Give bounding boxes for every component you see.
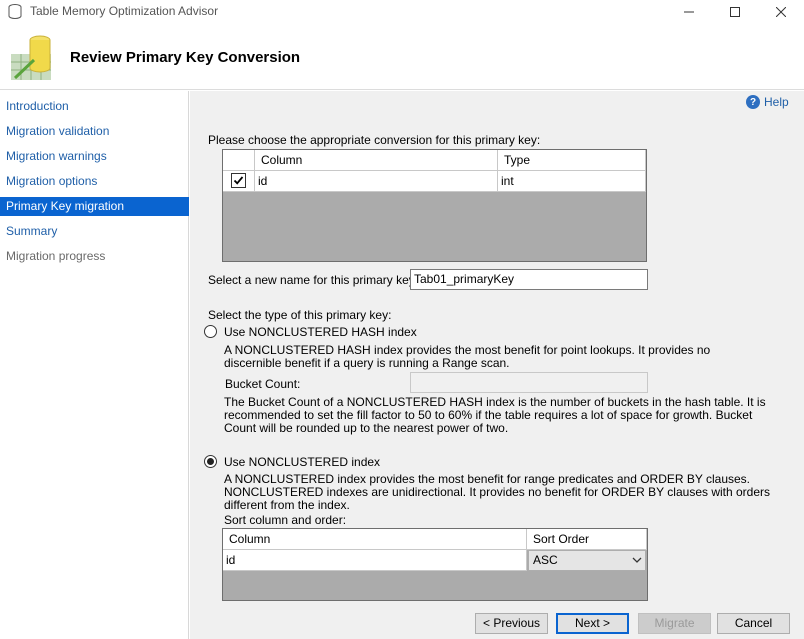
migrate-button: Migrate	[638, 613, 711, 634]
wizard-header: Review Primary Key Conversion	[0, 24, 804, 90]
sort-order-value: ASC	[533, 553, 558, 567]
grid-header-type[interactable]: Type	[498, 150, 646, 171]
sidebar-item-migration-warnings[interactable]: Migration warnings	[0, 147, 189, 166]
bucket-count-input[interactable]	[410, 372, 648, 393]
close-button[interactable]	[758, 0, 804, 24]
next-button[interactable]: Next >	[556, 613, 629, 634]
hash-index-radio[interactable]	[204, 325, 217, 338]
sort-grid-header-sort-order[interactable]: Sort Order	[527, 529, 647, 550]
sidebar-item-migration-progress: Migration progress	[6, 249, 106, 263]
close-icon	[776, 7, 786, 17]
table-row-type-cell[interactable]: int	[498, 171, 646, 192]
include-column-checkbox[interactable]	[231, 173, 246, 188]
sort-grid-row-column-cell[interactable]: id	[223, 550, 527, 571]
pk-name-input[interactable]: Tab01_primaryKey	[410, 269, 648, 290]
sort-order-dropdown[interactable]: ASC	[528, 550, 646, 571]
pk-name-label: Select a new name for this primary key:	[208, 273, 419, 287]
minimize-icon	[684, 11, 694, 13]
checkmark-icon	[233, 176, 244, 185]
sort-column-label: Sort column and order:	[224, 513, 347, 527]
sort-order-grid: Column Sort Order id ASC	[222, 528, 648, 601]
maximize-icon	[730, 7, 740, 17]
grid-header-select	[223, 150, 255, 171]
nonclustered-index-radio[interactable]	[204, 455, 217, 468]
sidebar-item-summary[interactable]: Summary	[0, 222, 189, 241]
conversion-prompt: Please choose the appropriate conversion…	[208, 133, 541, 147]
primary-key-grid: Column Type id int	[222, 149, 647, 262]
hash-index-description: A NONCLUSTERED HASH index provides the m…	[224, 343, 711, 370]
hash-index-label[interactable]: Use NONCLUSTERED HASH index	[224, 325, 417, 339]
bucket-count-description: The Bucket Count of a NONCLUSTERED HASH …	[224, 395, 766, 435]
help-link[interactable]: ? Help	[746, 95, 789, 109]
memory-optimization-logo	[11, 35, 51, 80]
window-titlebar: Table Memory Optimization Advisor	[0, 0, 804, 24]
previous-button[interactable]: < Previous	[475, 613, 548, 634]
bucket-count-label: Bucket Count:	[225, 377, 301, 391]
database-icon	[8, 4, 22, 19]
index-type-label: Select the type of this primary key:	[208, 308, 392, 322]
nonclustered-index-description: A NONCLUSTERED index provides the most b…	[224, 472, 771, 512]
sidebar-item-migration-validation[interactable]: Migration validation	[0, 122, 189, 141]
help-label: Help	[764, 95, 789, 109]
chevron-down-icon	[632, 557, 642, 563]
page-title: Review Primary Key Conversion	[70, 49, 301, 66]
table-row-column-cell[interactable]: id	[255, 171, 498, 192]
sidebar-item-migration-options[interactable]: Migration options	[0, 172, 189, 191]
help-icon: ?	[746, 95, 760, 109]
wizard-step-list: Introduction Migration validation Migrat…	[0, 91, 189, 639]
nonclustered-index-label[interactable]: Use NONCLUSTERED index	[224, 455, 380, 469]
sidebar-item-primary-key-migration[interactable]: Primary Key migration	[0, 197, 189, 216]
cancel-button[interactable]: Cancel	[717, 613, 790, 634]
minimize-button[interactable]	[666, 0, 712, 24]
radio-selected-dot	[207, 458, 214, 465]
sort-grid-header-column[interactable]: Column	[223, 529, 527, 550]
sidebar-item-introduction[interactable]: Introduction	[0, 97, 189, 116]
window-title: Table Memory Optimization Advisor	[30, 4, 219, 18]
table-row-select-cell	[223, 171, 255, 192]
maximize-button[interactable]	[712, 0, 758, 24]
grid-header-column[interactable]: Column	[255, 150, 498, 171]
main-panel: ? Help Please choose the appropriate con…	[190, 91, 804, 639]
